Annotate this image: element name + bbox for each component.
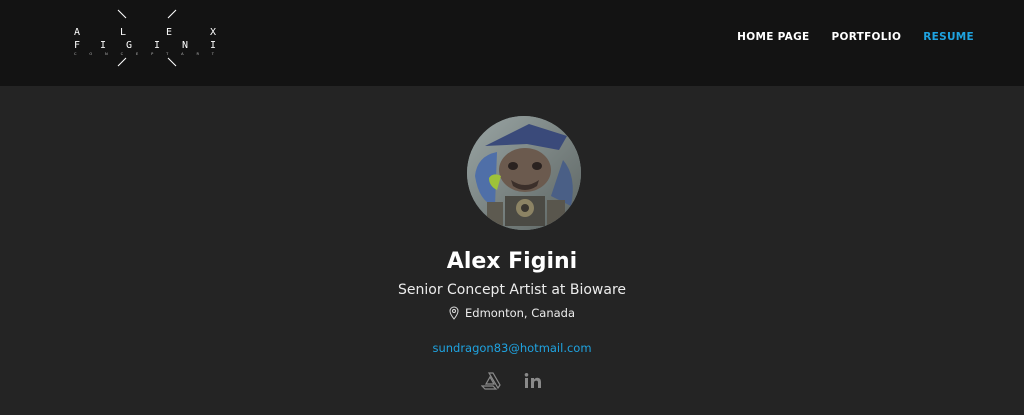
- logo-row2-i1: I: [100, 40, 106, 51]
- map-pin-icon: [449, 306, 459, 320]
- logo-row1-e: E: [166, 27, 172, 38]
- logo-tagline: C O N C E P T A R T: [74, 52, 215, 56]
- logo-row2-f: F: [74, 40, 80, 51]
- site-logo[interactable]: A L E X F I G I N I C O N C E P T A R T: [70, 6, 225, 72]
- profile-name: Alex Figini: [446, 249, 578, 274]
- main-nav: HOME PAGE PORTFOLIO RESUME: [737, 31, 974, 43]
- location-text: Edmonton, Canada: [465, 306, 575, 320]
- nav-portfolio[interactable]: PORTFOLIO: [831, 31, 901, 43]
- avatar: [467, 116, 581, 230]
- logo-row1-l: L: [120, 27, 126, 38]
- linkedin-link[interactable]: [523, 372, 543, 390]
- logo-row2-g: G: [126, 40, 132, 51]
- logo-row2-i3: I: [210, 40, 216, 51]
- profile-section: Alex Figini Senior Concept Artist at Bio…: [0, 86, 1024, 415]
- profile-title: Senior Concept Artist at Bioware: [398, 282, 626, 298]
- artstation-link[interactable]: [480, 372, 501, 390]
- profile-location: Edmonton, Canada: [0, 306, 1024, 320]
- social-links: [0, 372, 1024, 390]
- logo-row2-n: N: [182, 40, 188, 51]
- logo-row1-x: X: [210, 27, 216, 38]
- site-header: A L E X F I G I N I C O N C E P T A R T …: [0, 0, 1024, 86]
- artstation-icon: [480, 372, 501, 390]
- logo-row2-i2: I: [154, 40, 160, 51]
- email-row: sundragon83@hotmail.com: [0, 337, 1024, 356]
- nav-home-page[interactable]: HOME PAGE: [737, 31, 809, 43]
- nav-resume[interactable]: RESUME: [923, 31, 974, 43]
- logo-graphic: A L E X F I G I N I C O N C E P T A R T: [74, 9, 216, 67]
- creature-portrait-avatar: [467, 116, 581, 230]
- email-link[interactable]: sundragon83@hotmail.com: [432, 341, 591, 355]
- logo-row1-a: A: [74, 27, 80, 38]
- linkedin-icon: [524, 373, 541, 388]
